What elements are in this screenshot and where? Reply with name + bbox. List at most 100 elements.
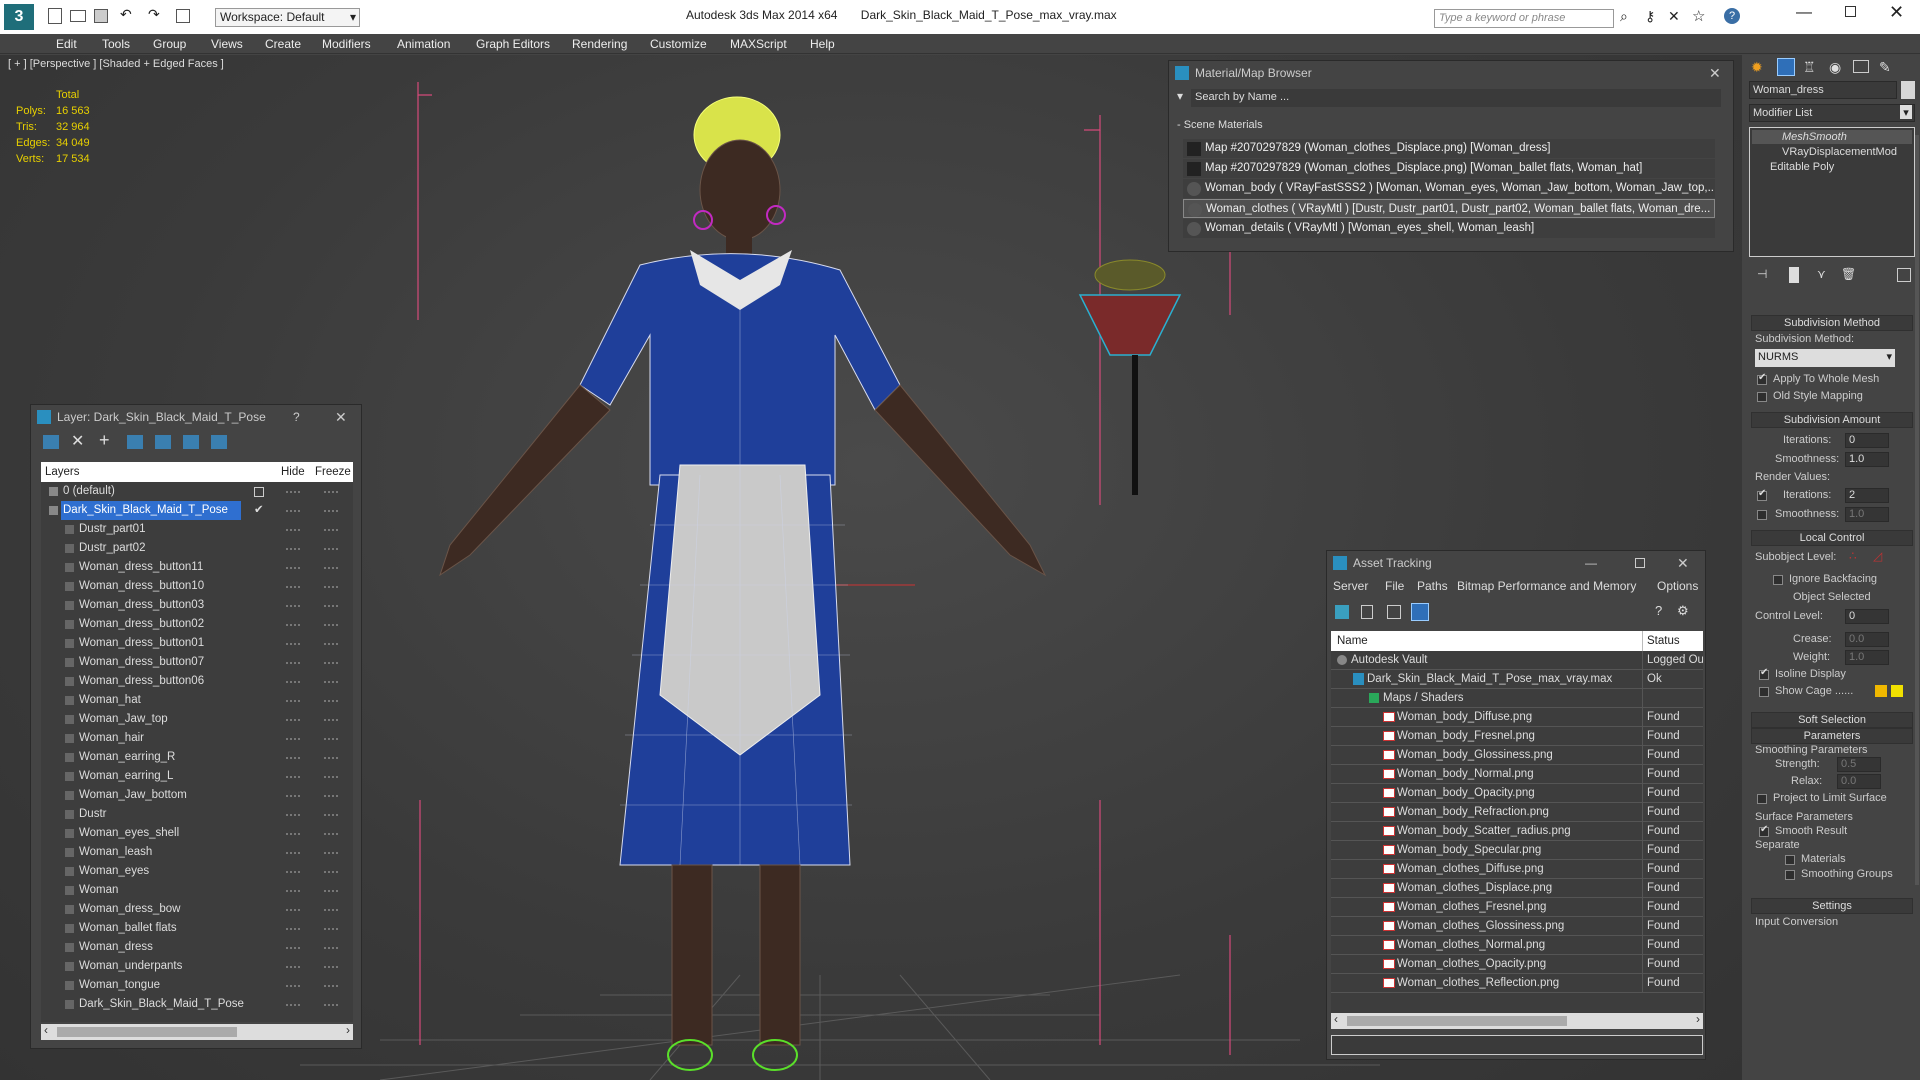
hide-toggle[interactable] (286, 776, 300, 778)
render-iterations-checkbox[interactable] (1757, 488, 1767, 501)
add-to-layer-icon[interactable]: + (99, 430, 110, 451)
current-layer-checkmark-icon[interactable]: ✔ (254, 501, 264, 520)
layer-row[interactable]: Woman_Jaw_bottom (41, 786, 353, 805)
hide-toggle[interactable] (286, 928, 300, 930)
binoculars-icon[interactable]: ⌕ (1620, 8, 1628, 25)
minimize-icon[interactable]: — (1585, 551, 1597, 575)
col-name[interactable]: Name (1337, 631, 1368, 651)
asset-row[interactable]: Woman_body_Specular.png Found (1331, 841, 1703, 860)
cage-color-swatch-2[interactable] (1891, 685, 1903, 697)
list-view-icon[interactable] (1361, 605, 1373, 619)
show-cage-checkbox[interactable] (1759, 687, 1769, 697)
open-file-icon[interactable] (70, 10, 86, 22)
relax-spinner[interactable]: 0.0 (1837, 774, 1881, 789)
menu-create[interactable]: Create (265, 37, 301, 51)
layer-row[interactable]: Woman_earring_R (41, 748, 353, 767)
asset-menu-bitmap[interactable]: Bitmap Performance and Memory (1457, 579, 1636, 593)
hide-toggle[interactable] (286, 643, 300, 645)
col-layers[interactable]: Layers (45, 462, 80, 482)
rollout-subdivision-method[interactable]: Subdivision Method (1751, 315, 1913, 331)
freeze-toggle[interactable] (324, 890, 338, 892)
search-box[interactable]: Type a keyword or phrase (1434, 9, 1614, 28)
hide-toggle[interactable] (286, 719, 300, 721)
freeze-toggle[interactable] (324, 605, 338, 607)
asset-row[interactable]: Woman_body_Normal.png Found (1331, 765, 1703, 784)
hide-toggle[interactable] (286, 567, 300, 569)
freeze-toggle[interactable] (324, 510, 338, 512)
hide-toggle[interactable] (286, 548, 300, 550)
help-icon[interactable]: ? (1655, 603, 1662, 618)
freeze-toggle[interactable] (324, 776, 338, 778)
scene-materials-group[interactable]: - Scene Materials (1177, 119, 1263, 131)
freeze-toggle[interactable] (324, 1004, 338, 1006)
motion-tab-icon[interactable]: ◉ (1829, 59, 1841, 76)
hide-toggle[interactable] (286, 909, 300, 911)
isoline-display-checkbox[interactable] (1759, 667, 1769, 680)
freeze-toggle[interactable] (324, 700, 338, 702)
hide-toggle[interactable] (286, 700, 300, 702)
hide-toggle[interactable] (286, 814, 300, 816)
col-status[interactable]: Status (1642, 631, 1680, 651)
freeze-toggle[interactable] (324, 491, 338, 493)
layer-row[interactable]: Woman_eyes (41, 862, 353, 881)
freeze-toggle[interactable] (324, 624, 338, 626)
material-search-input[interactable]: Search by Name ... (1191, 89, 1721, 107)
layer-row[interactable]: Woman_hat (41, 691, 353, 710)
asset-tracking-titlebar[interactable]: Asset Tracking — ✕ (1327, 551, 1705, 575)
hide-toggle[interactable] (286, 985, 300, 987)
object-name-field[interactable]: Woman_dress (1749, 81, 1897, 99)
vertex-level-icon[interactable]: ∴ (1849, 549, 1857, 563)
freeze-toggle[interactable] (324, 643, 338, 645)
asset-row[interactable]: Woman_clothes_Reflection.png Found (1331, 974, 1703, 993)
freeze-toggle[interactable] (324, 738, 338, 740)
crease-spinner[interactable]: 0.0 (1845, 632, 1889, 647)
edge-level-icon[interactable]: ◿ (1873, 549, 1882, 563)
refresh-icon[interactable] (1335, 605, 1349, 619)
pin-stack-icon[interactable]: ⊣ (1757, 267, 1767, 281)
asset-menu-file[interactable]: File (1385, 579, 1404, 593)
layer-row[interactable]: Woman_dress_bow (41, 900, 353, 919)
layer-row[interactable]: Woman_tongue (41, 976, 353, 995)
layer-row[interactable]: Dustr (41, 805, 353, 824)
grid-view-icon[interactable] (1411, 603, 1429, 621)
workspace-dropdown[interactable]: Workspace: Default ▾ (215, 8, 360, 27)
hide-toggle[interactable] (286, 757, 300, 759)
scroll-left-icon[interactable]: ‹ (44, 1023, 48, 1037)
freeze-toggle[interactable] (324, 662, 338, 664)
material-row[interactable]: Woman_clothes ( VRayMtl ) [Dustr, Dustr_… (1183, 199, 1715, 218)
freeze-toggle[interactable] (324, 928, 338, 930)
freeze-toggle[interactable] (324, 529, 338, 531)
smoothing-groups-checkbox[interactable] (1785, 870, 1795, 880)
freeze-toggle[interactable] (324, 833, 338, 835)
layer-row[interactable]: Woman_eyes_shell (41, 824, 353, 843)
layer-row[interactable]: Woman_dress_button06 (41, 672, 353, 691)
asset-row[interactable]: Woman_body_Glossiness.png Found (1331, 746, 1703, 765)
menu-rendering[interactable]: Rendering (572, 37, 627, 51)
hide-toggle[interactable] (286, 1004, 300, 1006)
hide-toggle[interactable] (286, 491, 300, 493)
rollout-soft-selection[interactable]: Soft Selection (1751, 712, 1913, 728)
freeze-toggle[interactable] (324, 871, 338, 873)
layer-row[interactable]: Woman_dress_button07 (41, 653, 353, 672)
freeze-toggle[interactable] (324, 757, 338, 759)
freeze-toggle[interactable] (324, 795, 338, 797)
layer-row[interactable]: Woman_dress_button02 (41, 615, 353, 634)
layer-row[interactable]: Woman_dress (41, 938, 353, 957)
rollout-local-control[interactable]: Local Control (1751, 530, 1913, 546)
render-iterations-spinner[interactable]: 2 (1845, 488, 1889, 503)
freeze-toggle[interactable] (324, 567, 338, 569)
material-row[interactable]: Woman_details ( VRayMtl ) [Woman_eyes_sh… (1183, 219, 1715, 238)
menu-customize[interactable]: Customize (650, 37, 707, 51)
options-dropdown-icon[interactable]: ▾ (1177, 89, 1183, 103)
help-icon[interactable]: ? (1724, 8, 1740, 24)
project-limit-checkbox[interactable] (1757, 794, 1767, 804)
smooth-result-checkbox[interactable] (1759, 824, 1769, 837)
freeze-toggle[interactable] (324, 947, 338, 949)
layer-row[interactable]: Dark_Skin_Black_Maid_T_Pose ✔ (41, 501, 353, 520)
rollout-subdivision-amount[interactable]: Subdivision Amount (1751, 412, 1913, 428)
layer-row[interactable]: Dark_Skin_Black_Maid_T_Pose (41, 995, 353, 1014)
materials-checkbox[interactable] (1785, 855, 1795, 865)
layer-row[interactable]: Woman_ballet flats (41, 919, 353, 938)
redo-icon[interactable]: ↷ (148, 6, 160, 23)
hide-toggle[interactable] (286, 795, 300, 797)
